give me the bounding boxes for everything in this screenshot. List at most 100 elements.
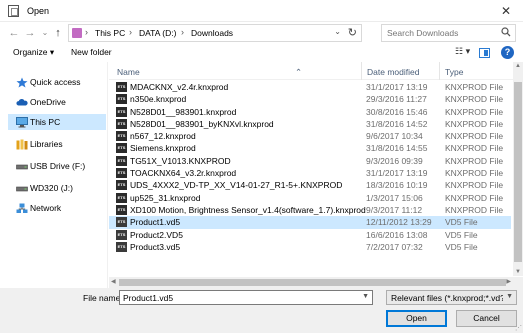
file-type-cell: KNXPROD File bbox=[445, 131, 504, 142]
file-name-cell: N528D01__983901_byKNXvl.knxprod bbox=[130, 118, 274, 129]
vertical-scroll-thumb[interactable] bbox=[514, 82, 522, 262]
table-row[interactable]: ETS TG51X_V1013.KNXPROD 9/3/2016 09:39 KNXP… bbox=[109, 155, 511, 167]
sidebar-item-network[interactable]: Network bbox=[14, 200, 106, 216]
table-row[interactable]: ETS UDS_4XXX2_VD-TP_XX_V14-01-27_R1-5+.KN… bbox=[109, 179, 511, 191]
table-row[interactable]: ETS XD100 Motion, Brightness Sensor_v1.4(… bbox=[109, 204, 511, 216]
column-header-type[interactable]: Type bbox=[445, 67, 463, 77]
change-view-button[interactable]: ☷ ▾ bbox=[455, 46, 470, 57]
file-date-cell: 9/6/2017 10:34 bbox=[366, 131, 423, 142]
scroll-right-icon[interactable]: ▶ bbox=[506, 278, 511, 285]
open-button[interactable]: Open bbox=[386, 310, 447, 327]
file-type-cell: KNXPROD File bbox=[445, 168, 504, 179]
file-date-cell: 7/2/2017 07:32 bbox=[366, 241, 423, 252]
scroll-down-icon[interactable]: ▼ bbox=[515, 269, 521, 275]
breadcrumb-this-pc[interactable]: This PC bbox=[95, 28, 125, 38]
file-name-cell: Product2.VD5 bbox=[130, 229, 183, 240]
file-type-cell: KNXPROD File bbox=[445, 155, 504, 166]
sidebar-item-this-pc[interactable]: This PC bbox=[8, 114, 106, 130]
scroll-up-icon[interactable]: ▲ bbox=[515, 63, 521, 69]
sidebar-item-usb-drive[interactable]: USB Drive (F:) bbox=[14, 158, 106, 174]
scroll-left-icon[interactable]: ◀ bbox=[111, 278, 116, 285]
table-row[interactable]: ETS TOACKNX64_v3.2r.knxprod 31/1/2017 13:1… bbox=[109, 167, 511, 179]
file-type-cell: KNXPROD File bbox=[445, 106, 504, 117]
back-button[interactable]: ← bbox=[7, 25, 21, 41]
file-name-input[interactable] bbox=[120, 291, 350, 304]
file-date-cell: 9/3/2016 09:39 bbox=[366, 155, 423, 166]
vertical-scrollbar[interactable]: ▲ ▼ bbox=[513, 62, 523, 276]
table-row[interactable]: ETS MDACKNX_v2.4r.knxprod 31/1/2017 13:19 K… bbox=[109, 81, 511, 93]
file-type-cell: KNXPROD File bbox=[445, 204, 504, 215]
command-toolbar: Organize ▾ New folder ☷ ▾ ? bbox=[0, 44, 523, 62]
search-input[interactable] bbox=[382, 25, 492, 41]
table-row[interactable]: ETS N528D01__983901.knxprod 30/8/2016 15:4… bbox=[109, 106, 511, 118]
organize-menu[interactable]: Organize ▾ bbox=[13, 47, 54, 58]
search-icon bbox=[501, 27, 511, 37]
resize-grip-icon[interactable]: ⋰ bbox=[515, 324, 522, 332]
computer-icon bbox=[16, 117, 28, 128]
table-row[interactable]: ETS Product2.VD5 16/6/2016 13:08 VD5 File bbox=[109, 229, 511, 241]
dialog-icon bbox=[8, 5, 19, 17]
file-type-cell: KNXPROD File bbox=[445, 192, 504, 203]
up-button[interactable]: ↑ bbox=[51, 25, 65, 41]
address-bar[interactable]: › This PC › DATA (D:) › Downloads ⌄ ↻ bbox=[68, 24, 362, 42]
breadcrumb-downloads[interactable]: Downloads bbox=[191, 28, 233, 38]
file-type-cell: KNXPROD File bbox=[445, 118, 504, 129]
title-bar: Open ✕ bbox=[0, 0, 523, 22]
file-date-cell: 18/3/2016 10:19 bbox=[366, 180, 428, 191]
table-row[interactable]: ETS Siemens.knxprod 31/8/2016 14:55 KNXPROD… bbox=[109, 142, 511, 154]
file-date-cell: 31/8/2016 14:55 bbox=[366, 143, 428, 154]
file-date-cell: 16/6/2016 13:08 bbox=[366, 229, 428, 240]
file-type-filter[interactable]: Relevant files (*.knxprod;*.vd?;* ▼ bbox=[386, 290, 517, 305]
column-divider[interactable] bbox=[439, 62, 440, 80]
preview-pane-icon[interactable] bbox=[479, 48, 490, 58]
file-icon: ETS bbox=[116, 106, 127, 117]
dialog-footer: File name: ▼ Relevant files (*.knxprod;*… bbox=[0, 288, 523, 333]
sidebar-item-libraries[interactable]: Libraries bbox=[14, 136, 106, 152]
search-box[interactable] bbox=[381, 24, 516, 42]
new-folder-button[interactable]: New folder bbox=[71, 47, 112, 57]
address-dropdown-icon[interactable]: ⌄ bbox=[334, 27, 341, 36]
file-type-cell: VD5 File bbox=[445, 241, 478, 252]
file-name-cell: MDACKNX_v2.4r.knxprod bbox=[130, 82, 229, 92]
file-date-cell: 31/1/2017 13:19 bbox=[366, 82, 428, 92]
table-row[interactable]: ETS Product3.vd5 7/2/2017 07:32 VD5 File bbox=[109, 241, 511, 253]
chevron-down-icon: ▼ bbox=[506, 293, 513, 300]
close-button[interactable]: ✕ bbox=[493, 2, 519, 20]
file-name-cell: n350e.knxprod bbox=[130, 94, 187, 105]
recent-locations-button[interactable]: ⌄ bbox=[38, 25, 52, 41]
cancel-button[interactable]: Cancel bbox=[456, 310, 517, 327]
sidebar-item-quick-access[interactable]: Quick access bbox=[14, 74, 106, 90]
breadcrumb-data-drive[interactable]: DATA (D:) bbox=[139, 28, 176, 38]
column-divider[interactable] bbox=[361, 62, 362, 80]
table-row[interactable]: ETS N528D01__983901_byKNXvl.knxprod 31/8/2… bbox=[109, 118, 511, 130]
file-date-cell: 30/8/2016 15:46 bbox=[366, 106, 428, 117]
file-icon: ETS bbox=[116, 204, 127, 215]
chevron-down-icon[interactable]: ▼ bbox=[362, 293, 369, 300]
table-row[interactable]: ETS n350e.knxprod 29/3/2016 11:27 KNXPROD F… bbox=[109, 93, 511, 105]
sidebar-item-label: OneDrive bbox=[30, 97, 66, 107]
column-header-name[interactable]: Name bbox=[117, 67, 140, 77]
table-row[interactable]: ETS n567_12.knxprod 9/6/2017 10:34 KNXPROD … bbox=[109, 130, 511, 142]
navigation-pane: Quick access OneDrive This PC Libraries … bbox=[0, 62, 108, 288]
forward-button[interactable]: → bbox=[23, 25, 37, 41]
file-icon: ETS bbox=[116, 241, 127, 252]
table-row[interactable]: ETS up525_31.knxprod 1/3/2017 15:06 KNXPROD… bbox=[109, 192, 511, 204]
file-name-field[interactable]: ▼ bbox=[119, 290, 373, 305]
horizontal-scrollbar[interactable]: ◀ ▶ bbox=[109, 277, 523, 288]
file-type-cell: KNXPROD File bbox=[445, 82, 504, 92]
file-type-cell: VD5 File bbox=[445, 229, 478, 240]
breadcrumb-separator: › bbox=[85, 27, 88, 37]
refresh-icon[interactable]: ↻ bbox=[348, 26, 357, 39]
column-header-date[interactable]: Date modified bbox=[367, 67, 419, 77]
horizontal-scroll-thumb[interactable] bbox=[119, 279, 506, 286]
file-date-cell: 29/3/2016 11:27 bbox=[366, 94, 427, 105]
table-row[interactable]: ETS Product1.vd5 12/11/2012 13:29 VD5 File bbox=[109, 216, 511, 229]
file-icon: ETS bbox=[116, 94, 127, 105]
file-date-cell: 31/1/2017 13:19 bbox=[366, 168, 428, 179]
sidebar-item-onedrive[interactable]: OneDrive bbox=[14, 94, 106, 110]
help-icon[interactable]: ? bbox=[501, 46, 514, 59]
file-date-cell: 1/3/2017 15:06 bbox=[366, 192, 423, 203]
sidebar-item-wd320[interactable]: WD320 (J:) bbox=[14, 180, 106, 196]
file-icon: ETS bbox=[116, 180, 127, 191]
window-title: Open bbox=[27, 6, 50, 16]
